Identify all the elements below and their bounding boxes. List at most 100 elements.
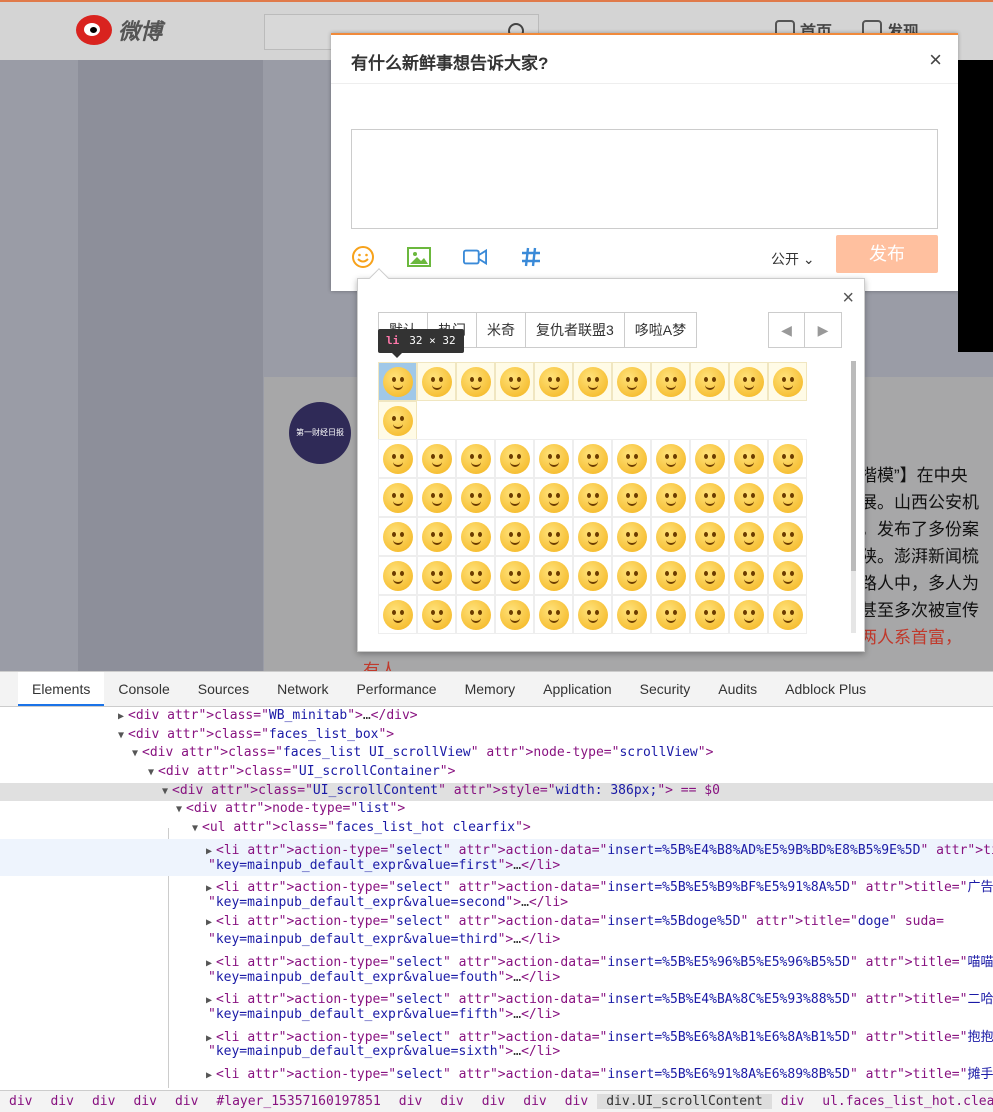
dom-node-line[interactable]: ▼ <ul attr">class="faces_list_hot clearfi…: [0, 820, 993, 839]
dom-node-line[interactable]: ▶ <li attr">action-type="select" attr">ac…: [0, 876, 993, 895]
emoji-cell[interactable]: [729, 439, 768, 478]
emoji-cell[interactable]: [417, 517, 456, 556]
tab-avengers[interactable]: 复仇者联盟3: [525, 312, 624, 348]
dom-node-line[interactable]: ▶ <li attr">action-type="select" attr">ac…: [0, 951, 993, 970]
dom-node-line[interactable]: ▶ <li attr">action-type="select" attr">ac…: [0, 838, 993, 858]
image-icon[interactable]: [407, 245, 431, 269]
emoji-cell[interactable]: [495, 439, 534, 478]
emoji-cell[interactable]: [378, 478, 417, 517]
expand-toggle-icon[interactable]: ▼: [192, 823, 202, 834]
emoji-cell[interactable]: [612, 556, 651, 595]
emoji-cell[interactable]: [495, 556, 534, 595]
emoji-cell[interactable]: [573, 556, 612, 595]
weibo-logo[interactable]: 微博: [76, 14, 162, 46]
dom-node-line[interactable]: ▶ <li attr">action-type="select" attr">ac…: [0, 988, 993, 1007]
devtools-tab[interactable]: Audits: [704, 672, 771, 706]
emoji-cell[interactable]: [768, 595, 807, 634]
dom-node-line[interactable]: ▼ <div attr">class="faces_list UI_scrollV…: [0, 745, 993, 764]
expand-toggle-icon[interactable]: ▶: [206, 958, 216, 969]
avatar[interactable]: 第一财经日报: [289, 402, 351, 464]
dom-node-line[interactable]: ▼ <div attr">node-type="list">: [0, 801, 993, 820]
expand-toggle-icon[interactable]: ▶: [206, 917, 216, 928]
emoji-cell[interactable]: [534, 595, 573, 634]
expand-toggle-icon[interactable]: ▼: [118, 730, 128, 741]
post-textarea[interactable]: [351, 129, 938, 229]
emoji-cell[interactable]: [495, 362, 534, 401]
emoji-cell[interactable]: [690, 478, 729, 517]
emoji-cell[interactable]: [573, 439, 612, 478]
emoji-cell[interactable]: [651, 517, 690, 556]
emoji-cell[interactable]: [534, 556, 573, 595]
emoji-cell[interactable]: [456, 595, 495, 634]
dom-node-line[interactable]: "key=mainpub_default_expr&value=first">……: [0, 857, 993, 877]
expand-toggle-icon[interactable]: ▶: [206, 995, 216, 1006]
emoji-cell[interactable]: [378, 517, 417, 556]
emoji-cell[interactable]: [495, 478, 534, 517]
dom-node-line[interactable]: ▶ <li attr">action-type="select" attr">ac…: [0, 1026, 993, 1045]
emoji-cell[interactable]: [378, 439, 417, 478]
emoji-cell[interactable]: [612, 439, 651, 478]
devtools-tab[interactable]: Network: [263, 672, 342, 706]
emoji-cell[interactable]: [651, 439, 690, 478]
emoji-cell[interactable]: [534, 439, 573, 478]
emoji-cell[interactable]: [495, 595, 534, 634]
emoji-cell[interactable]: [456, 362, 495, 401]
emoji-cell[interactable]: [729, 362, 768, 401]
emoji-cell[interactable]: [534, 362, 573, 401]
expand-toggle-icon[interactable]: ▼: [162, 786, 172, 797]
emoji-cell[interactable]: [768, 556, 807, 595]
breadcrumb-item[interactable]: div: [124, 1094, 165, 1109]
emoji-cell[interactable]: [768, 478, 807, 517]
emoji-cell[interactable]: [651, 362, 690, 401]
expand-toggle-icon[interactable]: ▶: [206, 1070, 216, 1081]
emoji-cell[interactable]: [768, 517, 807, 556]
emoji-cell[interactable]: [729, 595, 768, 634]
emoji-cell[interactable]: [534, 517, 573, 556]
dom-node-line[interactable]: ▶ <div attr">class="WB_minitab">…</div>: [0, 708, 993, 727]
dom-node-line[interactable]: ▼ <div attr">class="faces_list_box">: [0, 727, 993, 746]
devtools-tab[interactable]: Performance: [342, 672, 450, 706]
devtools-tab[interactable]: Elements: [18, 672, 105, 706]
dom-node-line[interactable]: "key=mainpub_default_expr&value=third">……: [0, 932, 993, 951]
emoji-cell[interactable]: [729, 478, 768, 517]
emoji-cell[interactable]: [378, 401, 417, 440]
emoji-cell[interactable]: [573, 517, 612, 556]
emoji-cell[interactable]: [729, 556, 768, 595]
expand-toggle-icon[interactable]: ▶: [206, 1033, 216, 1044]
emoji-cell[interactable]: [417, 439, 456, 478]
tab-doraemon[interactable]: 哆啦A梦: [623, 312, 698, 348]
emoji-cell[interactable]: [573, 595, 612, 634]
dialog-close-button[interactable]: ×: [929, 49, 942, 71]
emoji-icon[interactable]: [351, 245, 375, 269]
dom-node-line[interactable]: "key=mainpub_default_expr&value=fouth">……: [0, 970, 993, 989]
video-icon[interactable]: [463, 245, 487, 269]
devtools-tab[interactable]: Sources: [184, 672, 263, 706]
emoji-cell[interactable]: [768, 362, 807, 401]
emoji-cell[interactable]: [768, 439, 807, 478]
emoji-cell[interactable]: [690, 362, 729, 401]
breadcrumb-item[interactable]: div: [556, 1094, 597, 1109]
dom-node-line[interactable]: ▼ <div attr">class="UI_scrollContent" att…: [0, 782, 993, 802]
breadcrumb-item[interactable]: div: [431, 1094, 472, 1109]
devtools-tab[interactable]: Console: [104, 672, 183, 706]
emoji-cell[interactable]: [378, 362, 417, 401]
breadcrumb-item[interactable]: div: [83, 1094, 124, 1109]
emoji-cell[interactable]: [534, 478, 573, 517]
privacy-select[interactable]: 公开 ⌄: [771, 249, 815, 269]
expand-toggle-icon[interactable]: ▶: [118, 711, 128, 722]
emoji-cell[interactable]: [417, 478, 456, 517]
emoji-cell[interactable]: [690, 556, 729, 595]
emoji-cell[interactable]: [417, 362, 456, 401]
emoji-cell[interactable]: [612, 595, 651, 634]
breadcrumb-item[interactable]: div: [514, 1094, 555, 1109]
breadcrumb-item[interactable]: div: [41, 1094, 82, 1109]
next-page-button[interactable]: ▶: [805, 312, 842, 348]
emoji-cell[interactable]: [729, 517, 768, 556]
emoji-cell[interactable]: [612, 362, 651, 401]
emoji-cell[interactable]: [456, 556, 495, 595]
emoji-cell[interactable]: [456, 439, 495, 478]
emoji-cell[interactable]: [651, 478, 690, 517]
dom-node-line[interactable]: "key=mainpub_default_expr&value=fifth">……: [0, 1007, 993, 1026]
dom-node-line[interactable]: "key=mainpub_default_expr&value=second">…: [0, 895, 993, 914]
expand-toggle-icon[interactable]: ▼: [176, 804, 186, 815]
